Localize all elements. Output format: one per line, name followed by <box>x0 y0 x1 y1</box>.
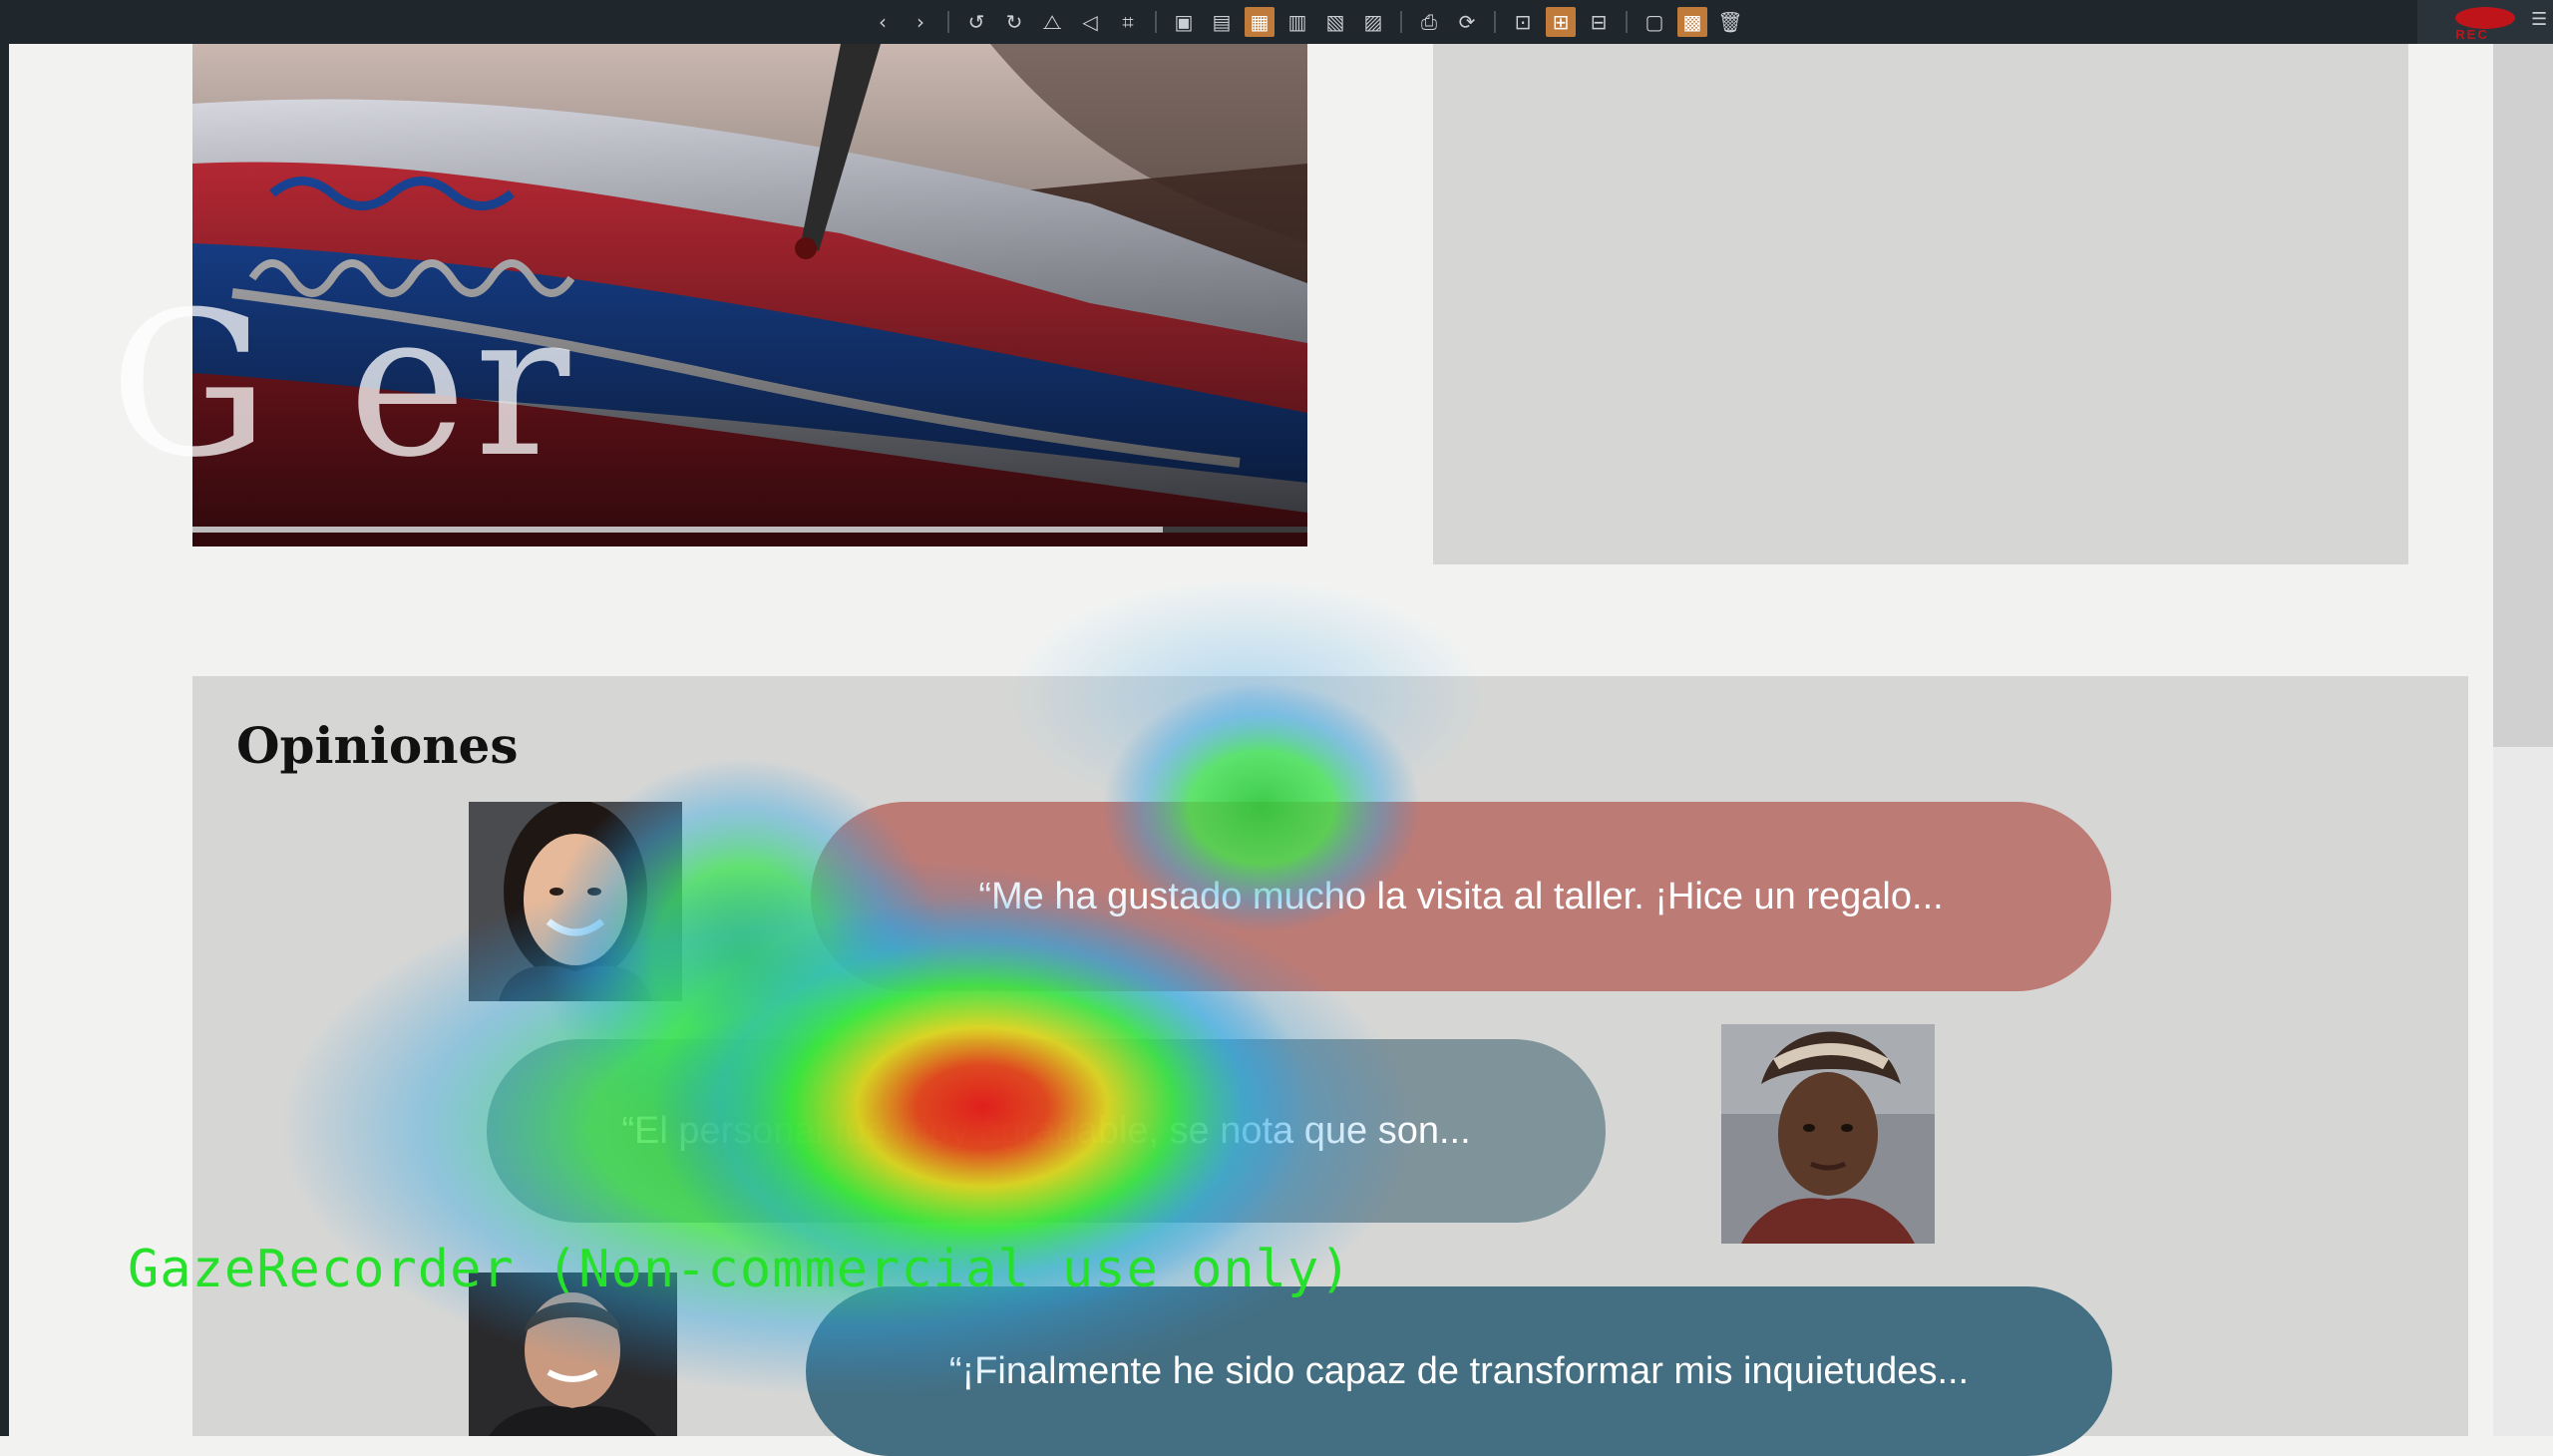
side-panel <box>1433 44 2408 564</box>
frame-icon[interactable]: ▣ <box>1169 7 1199 37</box>
toolbar-buttons: ‹ › ↺ ↻ ⧍ ◁ ⌗ ▣ ▤ ▦ ▥ ▧ ▨ ⎙ ⟳ ⊡ ⊞ ⊟ ▢ ▩ 🗑 <box>868 0 1745 44</box>
background-watermark-text: G er <box>110 269 578 502</box>
toolbar-separator <box>1494 11 1496 33</box>
rotate-left-icon[interactable]: ↺ <box>961 7 991 37</box>
menu-icon[interactable]: ☰ <box>2531 10 2549 30</box>
grid-view-icon[interactable]: ▧ <box>1320 7 1350 37</box>
toolbar-separator <box>1400 11 1402 33</box>
rotate-right-icon[interactable]: ↻ <box>999 7 1029 37</box>
record-dot-icon <box>2455 7 2515 29</box>
refresh-icon[interactable]: ⟳ <box>1452 7 1482 37</box>
print-icon[interactable]: ⎙ <box>1414 7 1444 37</box>
picture-icon[interactable]: ▢ <box>1640 7 1669 37</box>
window-left-edge <box>0 44 9 1436</box>
tiles-icon[interactable]: ▩ <box>1677 7 1707 37</box>
opinions-section: Opiniones “Me ha gustado mucho la visita… <box>192 676 2468 1456</box>
crop-icon[interactable]: ⌗ <box>1113 7 1143 37</box>
toolbar-separator <box>947 11 949 33</box>
avatar-reviewer-2 <box>1721 1024 1935 1244</box>
top-toolbar: ‹ › ↺ ↻ ⧍ ◁ ⌗ ▣ ▤ ▦ ▥ ▧ ▨ ⎙ ⟳ ⊡ ⊞ ⊟ ▢ ▩ 🗑 REC ☰ <box>0 0 2553 44</box>
toolbar-separator <box>1626 11 1628 33</box>
layout-icon[interactable]: ▨ <box>1358 7 1388 37</box>
review-bubble-3[interactable]: “¡Finalmente he sido capaz de transforma… <box>806 1286 2112 1456</box>
gazerecorder-watermark: GazeRecorder (Non-commercial use only) <box>128 1240 1352 1299</box>
heatmap-view-icon[interactable]: ▦ <box>1245 7 1275 37</box>
toolbar-separator <box>1155 11 1157 33</box>
forward-icon[interactable]: › <box>906 7 935 37</box>
review-bubble-1[interactable]: “Me ha gustado mucho la visita al taller… <box>811 802 2111 991</box>
review-bubble-2[interactable]: “El personal fue muy agradable, se nota … <box>487 1039 1606 1223</box>
video-progress-bar[interactable] <box>192 527 1307 533</box>
lock-frame-icon[interactable]: ▤ <box>1207 7 1237 37</box>
expand-icon[interactable]: ⊞ <box>1546 7 1576 37</box>
trash-icon[interactable]: 🗑 <box>1715 7 1745 37</box>
image-view-icon[interactable]: ▥ <box>1282 7 1312 37</box>
screen-icon[interactable]: ⊟ <box>1584 7 1614 37</box>
scrollbar-thumb[interactable] <box>2493 44 2553 747</box>
resize-icon[interactable]: ⊡ <box>1508 7 1538 37</box>
flip-vertical-icon[interactable]: ◁ <box>1075 7 1105 37</box>
video-progress-fill <box>192 527 1163 533</box>
record-label: REC <box>2455 27 2489 42</box>
flip-horizontal-icon[interactable]: ⧍ <box>1037 7 1067 37</box>
opinions-title: Opiniones <box>236 716 519 775</box>
record-button[interactable]: REC ☰ <box>2417 0 2553 44</box>
back-icon[interactable]: ‹ <box>868 7 898 37</box>
avatar-reviewer-1 <box>469 802 682 1001</box>
